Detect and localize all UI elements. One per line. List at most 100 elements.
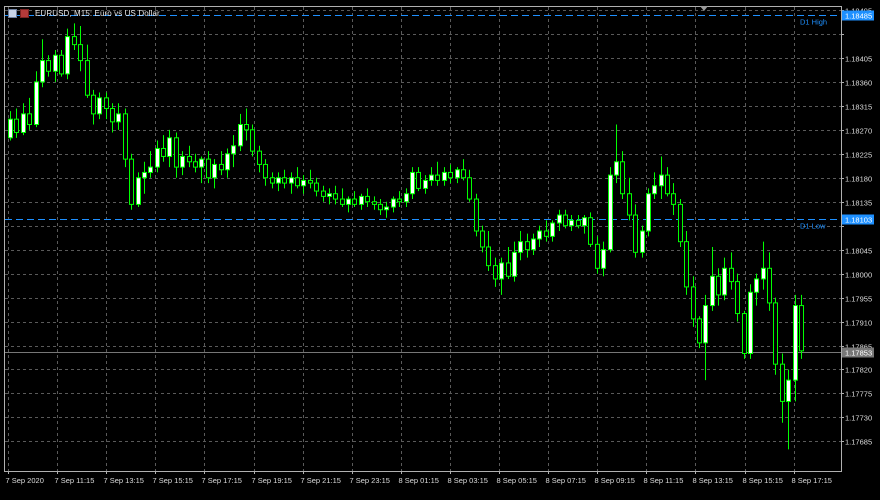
candle-body (754, 278, 759, 293)
chart-window-icon (8, 8, 17, 18)
candle-body (391, 198, 396, 208)
candle-body (276, 177, 281, 184)
candle-body (442, 171, 447, 181)
candle-body (110, 108, 115, 123)
candle-body (557, 214, 562, 224)
candle-body (91, 94, 96, 115)
x-tick-label: 7 Sep 17:15 (202, 476, 242, 485)
candle-body (780, 363, 785, 402)
candle-body (372, 201, 377, 205)
candle-body (793, 305, 798, 381)
candle-body (104, 97, 109, 110)
candle-body (716, 275, 721, 296)
chart-window[interactable]: EURUSD, M15: Euro vs US Dollar D1 High D1… (0, 0, 880, 495)
candle-body (544, 230, 549, 237)
y-tick-label: 1.18225 (845, 151, 872, 160)
candle-body (282, 177, 287, 184)
candle-body (665, 174, 670, 195)
candle-body (161, 147, 166, 157)
candle-body (289, 177, 294, 184)
candle-body (193, 161, 198, 168)
candle-body (225, 153, 230, 171)
candle-body (429, 174, 434, 181)
candle-body (270, 177, 275, 184)
x-tick-label: 8 Sep 05:15 (497, 476, 537, 485)
candle-body (588, 217, 593, 245)
candle-body (640, 230, 645, 253)
candle-body (435, 174, 440, 181)
candle-body (691, 286, 696, 320)
candle-body (136, 177, 141, 205)
candle-body (659, 174, 664, 187)
candle-body (72, 36, 77, 46)
candle-body (206, 158, 211, 179)
candle-body (786, 379, 791, 402)
candle-body (333, 193, 338, 200)
candle-body (582, 217, 587, 227)
candle-body (620, 161, 625, 195)
candle-body (748, 291, 753, 355)
candle-body (595, 243, 600, 269)
candle-body (46, 60, 51, 72)
x-tick-label: 8 Sep 11:15 (644, 476, 684, 485)
candle-body (410, 171, 415, 195)
candle-body (646, 193, 651, 232)
x-tick-label: 8 Sep 13:15 (693, 476, 733, 485)
x-tick-label: 8 Sep 17:15 (792, 476, 832, 485)
candle-body (327, 193, 332, 197)
candle-body (231, 145, 236, 155)
candle-body (614, 161, 619, 176)
symbol-flag-icon (20, 8, 29, 18)
candle-body (14, 118, 19, 133)
candle-body (85, 60, 90, 96)
candle-body (219, 163, 224, 171)
candle-body (34, 81, 39, 125)
price-chart[interactable]: D1 HighD1 Low 1.184951.184051.183601.183… (0, 0, 880, 495)
y-tick-label: 1.18315 (845, 103, 872, 112)
candle-body (384, 206, 389, 211)
x-tick-label: 7 Sep 21:15 (301, 476, 341, 485)
candle-body (142, 171, 147, 179)
candle-body (608, 174, 613, 251)
x-tick-label: 8 Sep 07:15 (546, 476, 586, 485)
candle-body (499, 262, 504, 280)
x-tick-label: 8 Sep 03:15 (448, 476, 488, 485)
candle-body (308, 179, 313, 184)
candle-body (563, 214, 568, 227)
x-tick-label: 7 Sep 13:15 (104, 476, 144, 485)
candle-body (78, 44, 83, 62)
candle-body (404, 193, 409, 203)
level-price-tag-label: 1.18485 (845, 12, 872, 21)
candle-body (550, 222, 555, 237)
candle-body (263, 163, 268, 179)
candle-body (448, 171, 453, 179)
candle-body (53, 54, 58, 72)
x-tick-label: 8 Sep 01:15 (399, 476, 439, 485)
candle-body (761, 267, 766, 280)
candle-body (722, 267, 727, 296)
candle-body (773, 302, 778, 365)
candle-body (40, 60, 45, 83)
price-axis[interactable]: 1.184951.184051.183601.183151.182701.182… (841, 7, 872, 447)
y-tick-label: 1.18135 (845, 199, 872, 208)
candle-body (735, 281, 740, 315)
x-tick-label: 8 Sep 15:15 (743, 476, 783, 485)
candle-body (461, 169, 466, 179)
candle-body (506, 262, 511, 277)
candle-body (576, 219, 581, 227)
x-tick-label: 7 Sep 19:15 (252, 476, 292, 485)
x-tick-label: 8 Sep 09:15 (595, 476, 635, 485)
plot-area (4, 6, 842, 472)
candle-body (359, 195, 364, 205)
candle-body (474, 198, 479, 232)
time-axis[interactable]: 7 Sep 2020 7 Sep 11:15 7 Sep 13:15 7 Sep 15… (6, 471, 832, 485)
x-tick-label: 7 Sep 15:15 (153, 476, 193, 485)
y-tick-label: 1.17685 (845, 438, 872, 447)
candle-body (697, 318, 702, 344)
y-tick-label: 1.18360 (845, 79, 872, 88)
candle-body (97, 97, 102, 115)
candle-body (187, 155, 192, 163)
candle-body (59, 54, 64, 75)
candle-body (652, 185, 657, 195)
candle-body (346, 198, 351, 205)
